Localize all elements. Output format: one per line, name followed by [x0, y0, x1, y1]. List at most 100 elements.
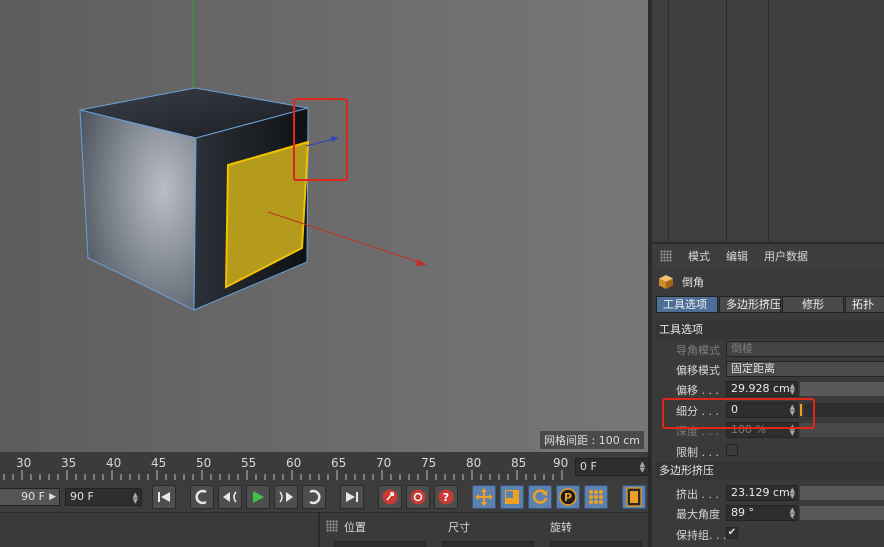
coordinates-panel: 位置 尺寸 旋转 — [318, 512, 648, 547]
tick-label: 85 — [511, 456, 527, 470]
rotation-h-field[interactable] — [550, 541, 642, 547]
transport-bar: 90 F ▶ 90 F ▲ ▼ ? P — [0, 482, 648, 512]
attribute-tabs: 工具选项 多边形挤压 修形 拓扑 — [656, 296, 884, 313]
record-keys-button[interactable] — [378, 485, 402, 509]
go-to-start-button[interactable] — [152, 485, 176, 509]
extrude-input[interactable]: 23.129 cm ▲ ▼ — [726, 485, 798, 501]
keyframe-selection-button[interactable]: ? — [434, 485, 458, 509]
autokeying-button[interactable] — [406, 485, 430, 509]
column-divider — [768, 0, 769, 242]
next-frame-button[interactable] — [274, 485, 298, 509]
max-angle-label: 最大角度 — [676, 508, 720, 521]
subdivision-slider[interactable] — [804, 403, 884, 417]
section-tool-options: 工具选项 — [656, 321, 884, 339]
tick-label: 80 — [466, 456, 482, 470]
spinner-icon[interactable]: ▲ ▼ — [790, 487, 795, 500]
next-frame-icon — [279, 491, 293, 503]
start-frame-value: 90 F — [21, 490, 45, 503]
rotate-icon — [532, 489, 548, 504]
go-to-start-icon — [158, 492, 170, 502]
spinner-icon[interactable]: ▲ ▼ — [640, 461, 645, 474]
offset-label: 偏移 . . . — [676, 384, 719, 397]
extrude-value: 23.129 cm — [731, 486, 790, 499]
offset-input[interactable]: 29.928 cm ▲ ▼ — [726, 381, 798, 397]
menu-mode[interactable]: 模式 — [688, 248, 710, 264]
point-level-key-button[interactable] — [584, 485, 608, 509]
keep-groups-label: 保持组. . . — [676, 529, 727, 542]
svg-text:P: P — [564, 491, 572, 504]
offset-mode-dropdown[interactable]: 固定距离 — [726, 361, 884, 377]
extrude-slider[interactable] — [800, 486, 884, 500]
tab-polygon-extrude[interactable]: 多边形挤压 — [719, 296, 781, 313]
play-icon — [253, 491, 264, 503]
scale-icon — [505, 490, 519, 504]
spinner-icon[interactable]: ▲ ▼ — [790, 507, 795, 520]
tick-label: 90 — [553, 456, 569, 470]
parameter-icon: P — [559, 488, 577, 506]
row-keep-groups: 保持组. . . ✔ — [652, 525, 884, 544]
column-divider — [726, 0, 727, 242]
parameter-key-button[interactable]: P — [556, 485, 580, 509]
offset-value: 29.928 cm — [731, 382, 790, 395]
record-key-icon — [382, 489, 398, 505]
film-strip-icon — [626, 487, 642, 507]
position-header: 位置 — [344, 521, 366, 534]
menu-user-data[interactable]: 用户数据 — [764, 248, 808, 264]
viewport[interactable]: 网格间距 : 100 cm — [0, 0, 648, 452]
previous-key-button[interactable] — [190, 485, 214, 509]
menu-edit[interactable]: 编辑 — [726, 248, 748, 264]
panel-grip-icon[interactable] — [660, 250, 672, 262]
spinner-icon[interactable]: ▲ ▼ — [790, 383, 795, 396]
go-to-end-button[interactable] — [340, 485, 364, 509]
next-key-button[interactable] — [302, 485, 326, 509]
timeline-ruler[interactable]: 30 35 40 45 50 55 60 65 70 75 80 85 90 — [0, 452, 648, 482]
size-x-field[interactable] — [442, 541, 534, 547]
play-button[interactable] — [246, 485, 270, 509]
chamfer-mode-dropdown[interactable]: 倒棱 — [726, 341, 884, 357]
limit-label: 限制 . . . — [676, 446, 719, 459]
position-key-button[interactable] — [472, 485, 496, 509]
row-extrude: 挤出 . . . 23.129 cm ▲ ▼ — [652, 484, 884, 503]
tab-shaping[interactable]: 修形 — [782, 296, 844, 313]
tick-label: 55 — [241, 456, 257, 470]
x-axis-arrow — [416, 259, 427, 266]
play-range-arrow-icon: ▶ — [49, 492, 56, 502]
extrude-label: 挤出 . . . — [676, 488, 719, 501]
tick-label: 30 — [16, 456, 32, 470]
current-frame-field[interactable]: 0 F ▲ ▼ — [575, 458, 649, 476]
highlight-callout-subdivision — [662, 398, 815, 429]
column-divider — [668, 0, 669, 242]
max-angle-input[interactable]: 89 ° ▲ ▼ — [726, 505, 798, 521]
scale-key-button[interactable] — [500, 485, 524, 509]
limit-checkbox[interactable] — [726, 444, 738, 456]
end-frame-field[interactable]: 90 F ▲ ▼ — [65, 488, 142, 506]
panel-grip-icon[interactable] — [326, 520, 338, 532]
row-max-angle: 最大角度 89 ° ▲ ▼ — [652, 504, 884, 523]
attributes-menu-bar: 模式 编辑 用户数据 — [652, 244, 884, 268]
offset-slider[interactable] — [800, 382, 884, 396]
start-frame-field[interactable]: 90 F ▶ — [0, 488, 60, 506]
tab-topology[interactable]: 拓扑 — [845, 296, 884, 313]
row-limit: 限制 . . . — [652, 442, 884, 461]
section-polygon-extrude: 多边形挤压 — [656, 462, 884, 480]
max-angle-slider[interactable] — [800, 506, 884, 520]
question-icon: ? — [438, 489, 454, 505]
offset-mode-label: 偏移模式 — [676, 364, 720, 377]
previous-frame-button[interactable] — [218, 485, 242, 509]
grid-spacing-label: 网格间距 : 100 cm — [540, 431, 644, 449]
keep-groups-checkbox[interactable]: ✔ — [726, 527, 738, 539]
rotation-key-button[interactable] — [528, 485, 552, 509]
tab-tool-options[interactable]: 工具选项 — [656, 296, 718, 313]
previous-frame-icon — [223, 491, 237, 503]
move-icon — [475, 488, 493, 506]
viewport-scene — [79, 0, 427, 311]
attributes-panel: 模式 编辑 用户数据 倒角 工具选项 多边形挤压 修形 拓扑 工具选项 导角模式… — [650, 242, 884, 547]
tick-label: 50 — [196, 456, 212, 470]
current-frame-value: 0 F — [580, 460, 597, 473]
tick-label: 35 — [61, 456, 77, 470]
position-x-field[interactable] — [334, 541, 426, 547]
tick-label: 45 — [151, 456, 167, 470]
spinner-icon[interactable]: ▲ ▼ — [133, 492, 138, 505]
timeline-button[interactable] — [622, 485, 646, 509]
next-key-icon — [309, 489, 321, 505]
